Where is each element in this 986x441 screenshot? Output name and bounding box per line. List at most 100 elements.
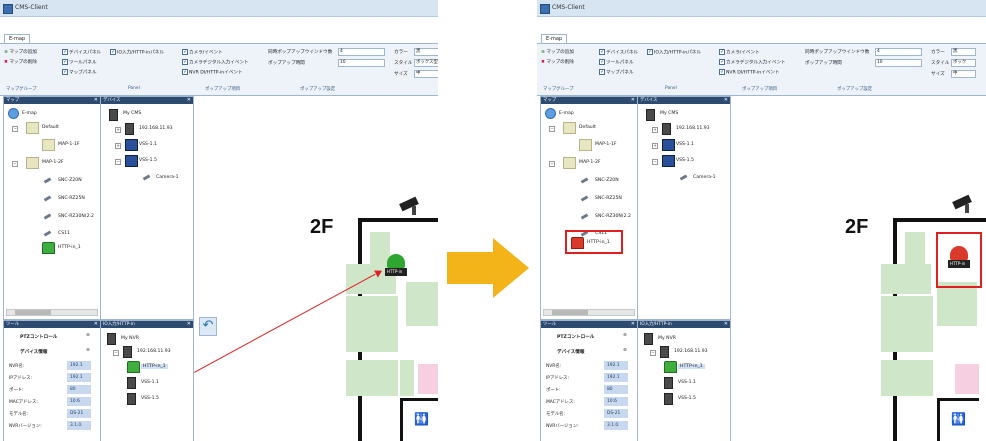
tree-item-snc-z20n[interactable]: SNC-Z20N (595, 178, 619, 183)
expand-icon[interactable]: − (113, 350, 119, 356)
expand-icon[interactable]: − (549, 126, 555, 132)
expand-icon[interactable]: − (12, 161, 18, 167)
alarm-event-checkbox[interactable]: ✔ カメラ/イベント (719, 49, 760, 56)
tree-item-my-nvr[interactable]: My NVR (121, 336, 139, 341)
expand-icon[interactable]: − (12, 126, 18, 132)
tree-item-camera-1[interactable]: Camera-1 (693, 175, 716, 180)
tree-item-http-in[interactable]: HTTP-in_1 (678, 364, 705, 369)
tree-item-http-in[interactable]: HTTP-in_1 (141, 364, 168, 369)
color-select[interactable]: 黒 (414, 48, 438, 56)
tree-item-ip[interactable]: 192.168.11.93 (137, 349, 171, 354)
color-select[interactable]: 黒 (951, 48, 976, 56)
expand-icon[interactable]: + (115, 127, 121, 133)
alarm-event-checkbox[interactable]: ✔ カメラ/イベント (182, 49, 223, 56)
size-select[interactable]: 中 (951, 70, 976, 78)
expand-icon[interactable]: + (652, 143, 658, 149)
tool-panel-checkbox[interactable]: ✔ ツールパネル (599, 59, 634, 66)
tree-item-ip[interactable]: 192.168.11.93 (676, 126, 710, 131)
nvr-http-checkbox[interactable]: ✔ NVR DI/HTTP-inイベント (719, 69, 780, 76)
tool-panel-checkbox[interactable]: ✔ ツールパネル (62, 59, 97, 66)
tree-item-emap[interactable]: E-map (22, 111, 37, 116)
io-panel-checkbox[interactable]: ✔ IO入力/HTTP-inパネル (110, 49, 164, 56)
popup-windows-select[interactable]: 4 (338, 48, 385, 56)
close-icon[interactable]: ✕ (724, 97, 728, 104)
popup-time-select[interactable]: 10 (875, 59, 922, 67)
scroll-thumb[interactable] (552, 310, 588, 315)
device-panel-checkbox[interactable]: ✔ デバイスパネル (62, 49, 101, 56)
popup-windows-select[interactable]: 4 (875, 48, 922, 56)
alarm-light-icon[interactable]: HTTP-in (385, 252, 407, 278)
ptz-control-header[interactable]: PTZコントロール (20, 334, 57, 340)
tree-item-vss-1-5[interactable]: VSS-1.5 (678, 396, 696, 401)
horizontal-scrollbar[interactable] (543, 309, 635, 316)
style-select[interactable]: ボックス型 (414, 59, 438, 67)
tree-item-snc-z20n[interactable]: SNC-Z20N (58, 178, 82, 183)
nvr-http-checkbox[interactable]: ✔ NVR DI/HTTP-inイベント (182, 69, 243, 76)
map-panel-checkbox[interactable]: ✔ マップパネル (599, 69, 634, 76)
tree-item-emap[interactable]: E-map (559, 111, 574, 116)
map-delete-button[interactable]: ✖ マップの削除 (4, 59, 37, 65)
collapse-icon[interactable]: ⊗ (86, 348, 90, 353)
horizontal-scrollbar[interactable] (6, 309, 98, 316)
tree-item-map-1f[interactable]: MAP-1-1F (58, 142, 80, 147)
collapse-icon[interactable]: ⊗ (86, 333, 90, 338)
map-panel-checkbox[interactable]: ✔ マップパネル (62, 69, 97, 76)
tree-item-default[interactable]: Default (42, 125, 59, 130)
close-icon[interactable]: ✕ (631, 97, 635, 104)
expand-icon[interactable]: − (115, 159, 121, 165)
close-icon[interactable]: ✕ (724, 321, 728, 328)
tree-item-default[interactable]: Default (579, 125, 596, 130)
tree-item-map-2f[interactable]: MAP-1-2F (579, 160, 601, 165)
tree-item-snc-rz30n[interactable]: SNC-RZ30N(2.2 (595, 214, 631, 219)
close-icon[interactable]: ✕ (94, 97, 98, 104)
tree-item-vss-1-5[interactable]: VSS-1.5 (141, 396, 159, 401)
io-panel-checkbox[interactable]: ✔ IO入力/HTTP-inパネル (647, 49, 701, 56)
prop-value: DS-21 (607, 411, 621, 416)
tree-item-my-cms[interactable]: My CMS (660, 111, 678, 116)
tree-item-vss-1-1[interactable]: VSS-1.1 (676, 142, 694, 147)
camera-digital-checkbox[interactable]: ✔ カメラデジタル入力イベント (182, 59, 249, 66)
map-delete-button[interactable]: ✖ マップの削除 (541, 59, 574, 65)
close-icon[interactable]: ✕ (187, 97, 191, 104)
tree-item-cs11[interactable]: CS11 (58, 231, 70, 236)
close-icon[interactable]: ✕ (187, 321, 191, 328)
expand-icon[interactable]: − (652, 159, 658, 165)
tree-item-map-1f[interactable]: MAP-1-1F (595, 142, 617, 147)
tree-item-map-2f[interactable]: MAP-1-2F (42, 160, 64, 165)
scroll-thumb[interactable] (15, 310, 51, 315)
size-select[interactable]: 中 (414, 70, 438, 78)
close-icon[interactable]: ✕ (94, 321, 98, 328)
tree-item-snc-rz25n[interactable]: SNC-RZ25N (595, 196, 622, 201)
expand-icon[interactable]: + (115, 143, 121, 149)
expand-icon[interactable]: + (652, 127, 658, 133)
tree-item-vss-1-5[interactable]: VSS-1.5 (676, 158, 694, 163)
camera-digital-checkbox[interactable]: ✔ カメラデジタル入力イベント (719, 59, 786, 66)
close-icon[interactable]: ✕ (631, 321, 635, 328)
tree-item-my-nvr[interactable]: My NVR (658, 336, 676, 341)
tree-item-camera-1[interactable]: Camera-1 (156, 175, 179, 180)
ptz-control-header[interactable]: PTZコントロール (557, 334, 594, 340)
tree-item-snc-rz25n[interactable]: SNC-RZ25N (58, 196, 85, 201)
style-select[interactable]: ボック (951, 59, 976, 67)
device-info-header[interactable]: デバイス情報 (20, 349, 47, 355)
tree-item-vss-1-5[interactable]: VSS-1.5 (139, 158, 157, 163)
map-add-button[interactable]: ⊕ マップの追加 (4, 49, 37, 55)
tree-item-vss-1-1[interactable]: VSS-1.1 (139, 142, 157, 147)
prop-row: MACアドレス: 10:6 (544, 397, 632, 406)
tree-item-ip[interactable]: 192.168.11.93 (674, 349, 708, 354)
expand-icon[interactable]: − (549, 161, 555, 167)
tree-item-ip[interactable]: 192.168.11.93 (139, 126, 173, 131)
undo-button[interactable]: ↶ (199, 317, 217, 336)
tree-item-http-in[interactable]: HTTP-in_1 (58, 245, 81, 250)
expand-icon[interactable]: − (650, 350, 656, 356)
collapse-icon[interactable]: ⊗ (623, 333, 627, 338)
device-panel-checkbox[interactable]: ✔ デバイスパネル (599, 49, 638, 56)
tree-item-my-cms[interactable]: My CMS (123, 111, 141, 116)
tree-item-vss-1-1[interactable]: VSS-1.1 (141, 380, 159, 385)
popup-time-select[interactable]: 10 (338, 59, 385, 67)
map-add-button[interactable]: ⊕ マップの追加 (541, 49, 574, 55)
tree-item-snc-rz30n[interactable]: SNC-RZ30N(2.2 (58, 214, 94, 219)
device-info-header[interactable]: デバイス情報 (557, 349, 584, 355)
collapse-icon[interactable]: ⊗ (623, 348, 627, 353)
tree-item-vss-1-1[interactable]: VSS-1.1 (678, 380, 696, 385)
